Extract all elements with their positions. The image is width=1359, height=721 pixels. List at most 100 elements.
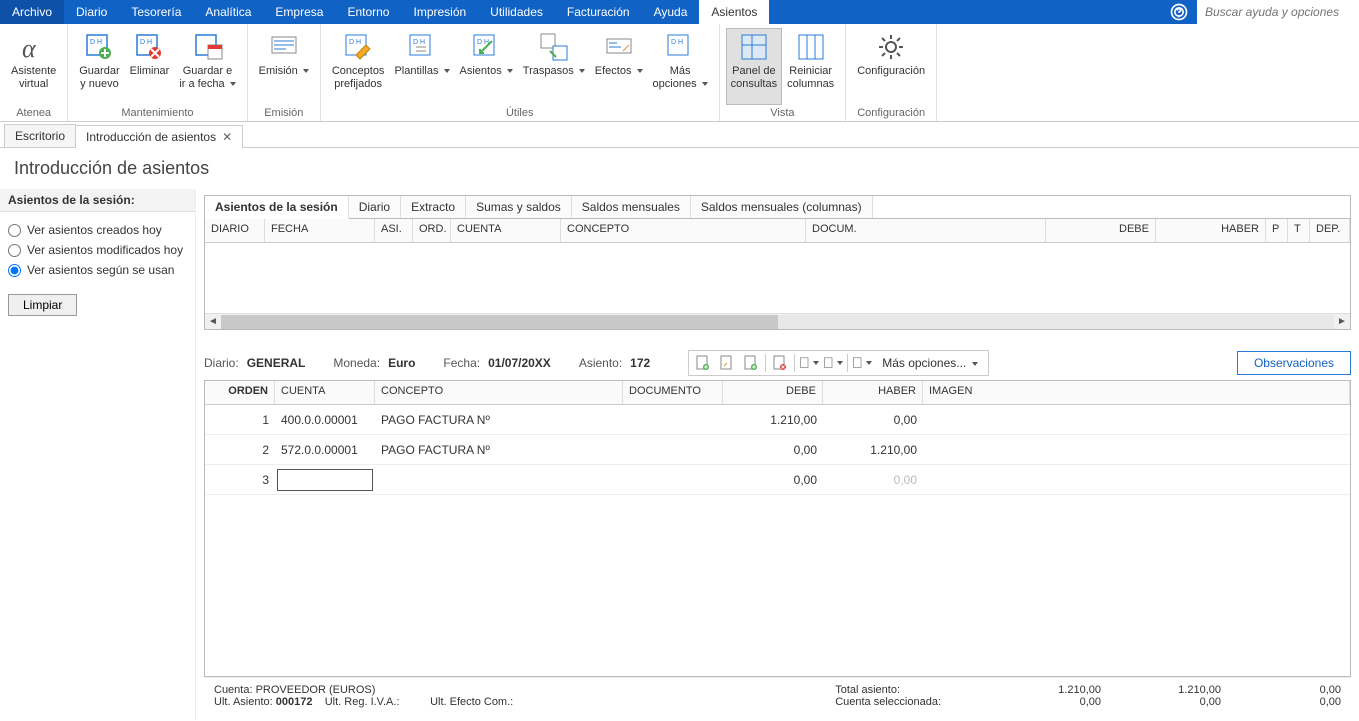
consult-col[interactable]: DIARIO (205, 219, 265, 242)
observaciones-button[interactable]: Observaciones (1237, 351, 1351, 375)
asientos-icon: D H (470, 31, 502, 63)
cell-concepto: PAGO FACTURA Nº (375, 409, 623, 431)
ribbon-mas-opciones[interactable]: D HMásopciones (648, 28, 713, 105)
consult-tab[interactable]: Saldos mensuales (572, 196, 691, 218)
consult-tab[interactable]: Saldos mensuales (columnas) (691, 196, 873, 218)
close-icon[interactable]: ✕ (222, 130, 232, 144)
ribbon-group: Emisión Emisión (248, 24, 321, 121)
svg-text:D H: D H (349, 39, 361, 46)
menu-asientos[interactable]: Asientos (699, 0, 769, 24)
radio-segun-usan[interactable]: Ver asientos según se usan (8, 260, 187, 280)
scroll-thumb[interactable] (221, 315, 778, 329)
diario-value: GENERAL (247, 356, 306, 370)
menu-tesoreria[interactable]: Tesorería (119, 0, 193, 24)
scroll-left-icon[interactable]: ◄ (205, 314, 221, 330)
consult-col[interactable]: CUENTA (451, 219, 561, 242)
ribbon-traspasos[interactable]: Traspasos (518, 28, 590, 105)
radio-input[interactable] (8, 224, 21, 237)
ribbon-group-label: Útiles (327, 105, 713, 119)
consult-tab[interactable]: Extracto (401, 196, 466, 218)
scroll-right-icon[interactable]: ► (1334, 314, 1350, 330)
horizontal-scrollbar[interactable]: ◄ ► (205, 313, 1350, 329)
ribbon-asientos[interactable]: D HAsientos (455, 28, 518, 105)
col-imagen[interactable]: IMAGEN (923, 381, 1350, 404)
col-cuenta[interactable]: CUENTA (275, 381, 375, 404)
configuracion-icon (875, 31, 907, 63)
radio-input[interactable] (8, 264, 21, 277)
radio-creados-hoy[interactable]: Ver asientos creados hoy (8, 220, 187, 240)
ribbon-items: Configuración (852, 28, 930, 105)
entry-row[interactable]: 1400.0.0.00001PAGO FACTURA Nº1.210,000,0… (205, 405, 1350, 435)
entry-row[interactable]: 30,000,00 (205, 465, 1350, 495)
consult-tab[interactable]: Asientos de la sesión (205, 196, 349, 219)
doc-dd1-icon[interactable] (799, 353, 819, 373)
doc-dd2-icon[interactable] (823, 353, 843, 373)
consult-col[interactable]: DEP. (1310, 219, 1350, 242)
cell-orden: 3 (205, 469, 275, 491)
consult-col[interactable]: CONCEPTO (561, 219, 806, 242)
efectos-icon (603, 31, 635, 63)
doc-add-icon[interactable] (741, 353, 761, 373)
doc-delete-icon[interactable] (770, 353, 790, 373)
menu-ayuda[interactable]: Ayuda (642, 0, 700, 24)
ribbon-asistente-virtual[interactable]: αAsistentevirtual (6, 28, 61, 105)
total-val: 0,00 (1101, 696, 1221, 708)
tab-introduccion-asientos[interactable]: Introducción de asientos ✕ (75, 125, 243, 148)
menu-entorno[interactable]: Entorno (335, 0, 401, 24)
ribbon-plantillas[interactable]: D HPlantillas (389, 28, 454, 105)
doc-dd3-icon[interactable] (852, 353, 872, 373)
ribbon-panel-consultas[interactable]: Panel deconsultas (726, 28, 782, 105)
entry-row[interactable]: 2572.0.0.00001PAGO FACTURA Nº0,001.210,0… (205, 435, 1350, 465)
ribbon-label: Reiniciarcolumnas (787, 65, 834, 91)
ribbon-efectos[interactable]: Efectos (590, 28, 648, 105)
ribbon-emision[interactable]: Emisión (254, 28, 314, 105)
cell-cuenta[interactable] (275, 467, 375, 493)
col-concepto[interactable]: CONCEPTO (375, 381, 623, 404)
ult-efecto-label: Ult. Efecto Com.: (430, 696, 513, 708)
col-haber[interactable]: HABER (823, 381, 923, 404)
doc-new-icon[interactable] (693, 353, 713, 373)
menu-diario[interactable]: Diario (64, 0, 119, 24)
mas-opciones-button[interactable]: Más opciones... (876, 356, 983, 370)
doc-copy-icon[interactable] (717, 353, 737, 373)
ribbon-conceptos-prefijados[interactable]: D HConceptosprefijados (327, 28, 390, 105)
cell-cuenta[interactable]: 400.0.0.00001 (275, 409, 375, 431)
ribbon-guardar-nuevo[interactable]: D HGuardary nuevo (74, 28, 124, 105)
consult-tab[interactable]: Diario (349, 196, 401, 218)
menu-facturacion[interactable]: Facturación (555, 0, 642, 24)
consult-col[interactable]: ORD. (413, 219, 451, 242)
consult-col[interactable]: ASI. (375, 219, 413, 242)
consult-col[interactable]: DEBE (1046, 219, 1156, 242)
consult-col[interactable]: FECHA (265, 219, 375, 242)
col-orden[interactable]: ORDEN (205, 381, 275, 404)
menu-analitica[interactable]: Analítica (193, 0, 263, 24)
col-documento[interactable]: DOCUMENTO (623, 381, 723, 404)
ribbon-guardar-ir[interactable]: Guardar eir a fecha (174, 28, 240, 105)
cuenta-input[interactable] (277, 469, 373, 491)
menu-empresa[interactable]: Empresa (263, 0, 335, 24)
consult-col[interactable]: DOCUM. (806, 219, 1046, 242)
ribbon-reiniciar-columnas[interactable]: Reiniciarcolumnas (782, 28, 839, 105)
help-icon[interactable] (1161, 0, 1197, 24)
cell-cuenta[interactable]: 572.0.0.00001 (275, 439, 375, 461)
consult-col[interactable]: T (1288, 219, 1310, 242)
consult-col[interactable]: P (1266, 219, 1288, 242)
consult-col[interactable]: HABER (1156, 219, 1266, 242)
radio-modificados-hoy[interactable]: Ver asientos modificados hoy (8, 240, 187, 260)
ribbon-eliminar[interactable]: D HEliminar (125, 28, 175, 105)
limpiar-button[interactable]: Limpiar (8, 294, 77, 316)
radio-input[interactable] (8, 244, 21, 257)
menu-archivo[interactable]: Archivo (0, 0, 64, 24)
consult-tab[interactable]: Sumas y saldos (466, 196, 572, 218)
search-input[interactable] (1197, 0, 1359, 24)
tab-escritorio[interactable]: Escritorio (4, 124, 76, 147)
menu-utilidades[interactable]: Utilidades (478, 0, 555, 24)
separator (765, 354, 766, 372)
menu-impresion[interactable]: Impresión (401, 0, 478, 24)
col-debe[interactable]: DEBE (723, 381, 823, 404)
scroll-track[interactable] (221, 315, 1334, 329)
entry-grid: ORDEN CUENTA CONCEPTO DOCUMENTO DEBE HAB… (204, 380, 1351, 677)
sidebar-title: Asientos de la sesión: (0, 189, 195, 212)
ribbon-configuracion[interactable]: Configuración (852, 28, 930, 105)
svg-text:D H: D H (413, 39, 425, 46)
